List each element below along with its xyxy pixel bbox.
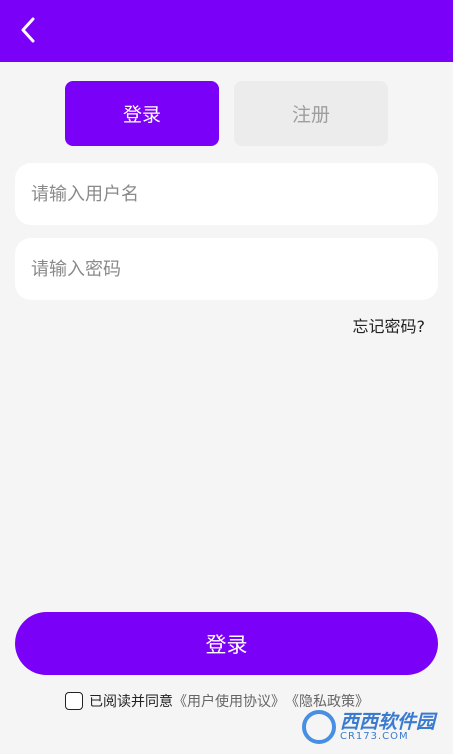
login-button[interactable]: 登录 — [15, 612, 438, 675]
chevron-left-icon — [21, 17, 35, 43]
user-agreement-link[interactable]: 《用户使用协议》 — [173, 691, 285, 711]
watermark-subtext: CR173.COM — [339, 730, 409, 742]
username-input[interactable] — [15, 163, 438, 225]
agreement-checkbox[interactable] — [65, 692, 83, 710]
watermark-logo-icon — [301, 710, 336, 744]
tab-login[interactable]: 登录 — [65, 81, 219, 146]
password-input[interactable] — [15, 238, 438, 300]
agreement-prefix: 已阅读并同意 — [89, 694, 173, 710]
watermark-text: 西西软件园 — [339, 710, 435, 733]
back-button[interactable] — [8, 10, 48, 50]
tab-register[interactable]: 注册 — [234, 81, 388, 146]
top-bar — [0, 0, 453, 62]
watermark: 西西软件园 CR173.COM — [301, 708, 435, 746]
forgot-password-link[interactable]: 忘记密码? — [353, 313, 426, 337]
